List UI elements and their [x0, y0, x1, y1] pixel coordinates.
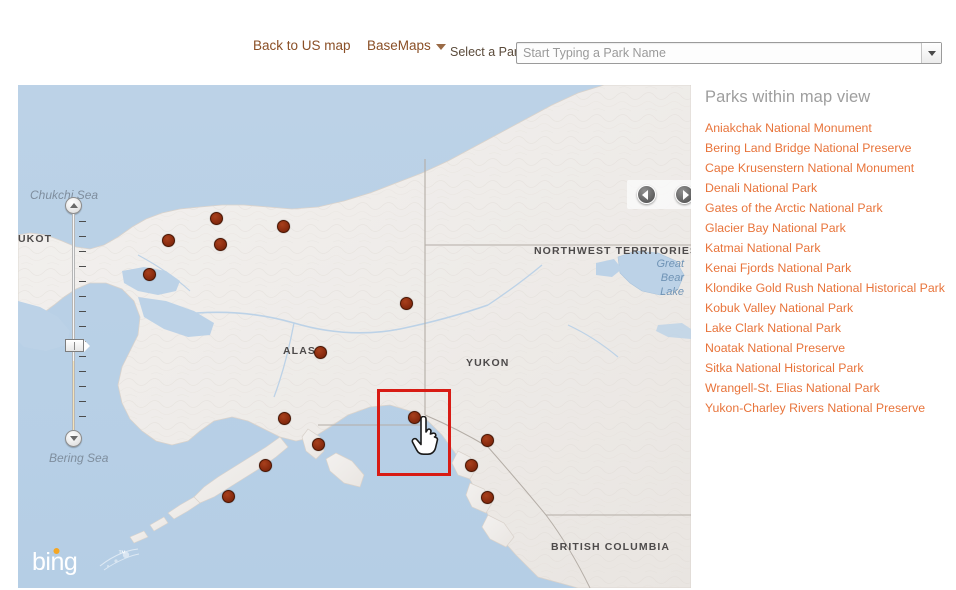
park-marker[interactable]: [481, 491, 494, 504]
park-link[interactable]: Sitka National Historical Park: [705, 358, 950, 378]
zoom-out-button[interactable]: [65, 430, 82, 447]
chevron-left-icon: [642, 190, 648, 200]
zoom-tick: [79, 251, 86, 252]
zoom-tick: [79, 266, 86, 267]
triangle-up-icon: [70, 203, 78, 208]
zoom-tick: [79, 221, 86, 222]
toolbar: Back to US map BaseMaps Select a Park: [0, 0, 956, 78]
park-marker-selected[interactable]: [408, 411, 421, 424]
zoom-tick: [79, 401, 86, 402]
zoom-tick: [79, 371, 86, 372]
park-link[interactable]: Noatak National Preserve: [705, 338, 950, 358]
park-marker[interactable]: [312, 438, 325, 451]
park-marker[interactable]: [210, 212, 223, 225]
park-marker[interactable]: [162, 234, 175, 247]
parks-list: Aniakchak National MonumentBering Land B…: [705, 118, 950, 418]
park-link[interactable]: Klondike Gold Rush National Historical P…: [705, 278, 950, 298]
next-view-button[interactable]: [675, 185, 691, 204]
parks-within-map-view-panel: Parks within map view Aniakchak National…: [705, 88, 950, 418]
basemaps-label: BaseMaps: [367, 38, 431, 53]
chevron-right-icon: [683, 190, 689, 200]
select-a-park-label: Select a Park: [450, 45, 524, 59]
chevron-down-icon: [928, 51, 936, 56]
back-to-us-map-link[interactable]: Back to US map: [253, 38, 351, 53]
park-link[interactable]: Kobuk Valley National Park: [705, 298, 950, 318]
park-link[interactable]: Cape Krusenstern National Monument: [705, 158, 950, 178]
map-viewport[interactable]: Chukchi Sea UKOT ALAS YUKON NORTHWEST TE…: [18, 85, 691, 588]
park-select-combobox[interactable]: [516, 42, 942, 64]
zoom-in-button[interactable]: [65, 197, 82, 214]
park-search-input[interactable]: [517, 43, 921, 63]
previous-view-button[interactable]: [637, 185, 656, 204]
park-link[interactable]: Lake Clark National Park: [705, 318, 950, 338]
park-link[interactable]: Glacier Bay National Park: [705, 218, 950, 238]
zoom-slider-control[interactable]: [54, 197, 92, 447]
zoom-tick: [79, 356, 86, 357]
triangle-down-icon: [70, 436, 78, 441]
zoom-tick: [79, 296, 86, 297]
map-basemap-image: [18, 85, 691, 588]
zoom-tick: [79, 416, 86, 417]
park-link[interactable]: Aniakchak National Monument: [705, 118, 950, 138]
park-link[interactable]: Bering Land Bridge National Preserve: [705, 138, 950, 158]
parks-panel-title: Parks within map view: [705, 88, 950, 107]
park-marker[interactable]: [465, 459, 478, 472]
park-marker[interactable]: [400, 297, 413, 310]
park-link[interactable]: Kenai Fjords National Park: [705, 258, 950, 278]
park-link[interactable]: Wrangell-St. Elias National Park: [705, 378, 950, 398]
park-marker[interactable]: [214, 238, 227, 251]
zoom-tick: [79, 236, 86, 237]
park-marker[interactable]: [222, 490, 235, 503]
zoom-tick: [79, 281, 86, 282]
park-marker[interactable]: [277, 220, 290, 233]
park-dropdown-button[interactable]: [921, 43, 941, 63]
park-marker[interactable]: [314, 346, 327, 359]
park-link[interactable]: Yukon-Charley Rivers National Preserve: [705, 398, 950, 418]
park-marker[interactable]: [259, 459, 272, 472]
park-link[interactable]: Denali National Park: [705, 178, 950, 198]
park-link[interactable]: Katmai National Park: [705, 238, 950, 258]
basemaps-menu-button[interactable]: BaseMaps: [367, 38, 446, 53]
slider-grip-icon: [74, 342, 75, 350]
park-marker[interactable]: [481, 434, 494, 447]
chevron-down-icon: [436, 44, 446, 50]
park-marker[interactable]: [278, 412, 291, 425]
park-link[interactable]: Gates of the Arctic National Park: [705, 198, 950, 218]
zoom-tick: [79, 311, 86, 312]
map-navigation-panel: [627, 180, 691, 209]
park-marker[interactable]: [143, 268, 156, 281]
zoom-tick: [79, 326, 86, 327]
zoom-tick: [79, 386, 86, 387]
zoom-slider-thumb[interactable]: [65, 339, 84, 352]
zoom-slider-track[interactable]: [72, 214, 75, 430]
